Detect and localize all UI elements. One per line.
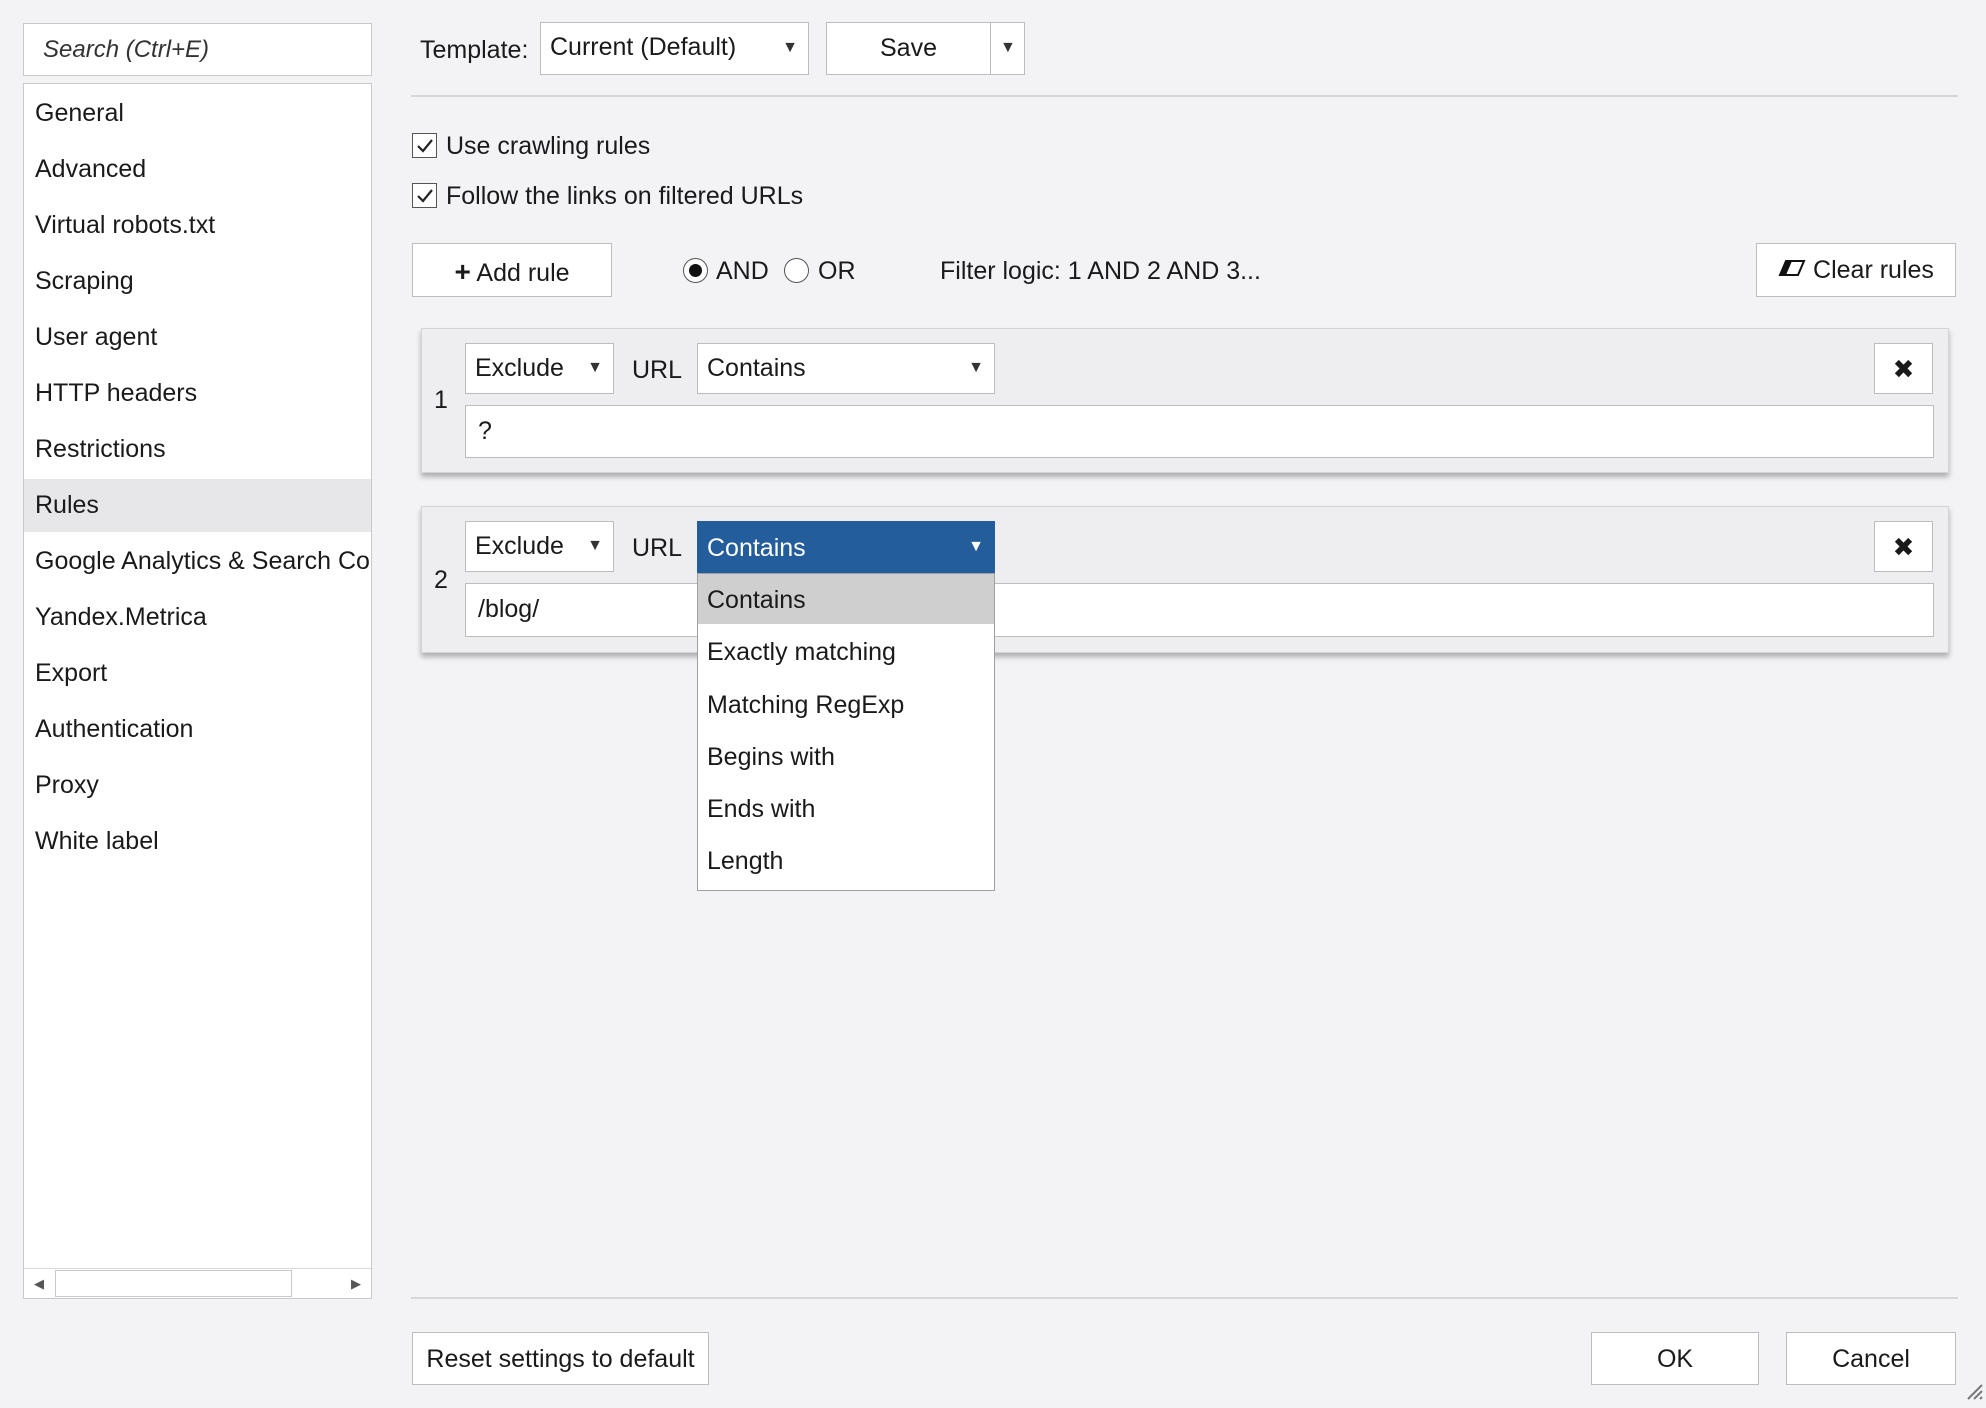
save-options-button[interactable]: ▼ [990,22,1025,75]
add-rule-label: Add rule [476,259,570,287]
cancel-button[interactable]: Cancel [1786,1332,1956,1385]
sidebar-item-general[interactable]: General [24,87,371,140]
remove-rule-button[interactable]: ✖ [1874,343,1933,394]
sidebar-item-white-label[interactable]: White label [24,815,371,868]
chevron-down-icon: ▼ [587,359,603,376]
footer-divider [411,1297,1958,1299]
follow-links-label[interactable]: Follow the links on filtered URLs [446,182,803,211]
scroll-right-icon[interactable]: ▶ [341,1269,371,1298]
chevron-down-icon: ▼ [587,537,603,554]
remove-rule-button[interactable]: ✖ [1874,521,1933,572]
logic-and-radio[interactable] [683,258,708,283]
checkmark-icon [417,139,433,153]
dropdown-option-exactly-matching[interactable]: Exactly matching [698,626,994,676]
dropdown-option-contains[interactable]: Contains [698,574,994,624]
checkmark-icon [417,189,433,203]
rule-field-label: URL [632,356,683,384]
chevron-down-icon: ▼ [782,39,798,56]
template-label: Template: [420,36,529,64]
close-icon: ✖ [1892,354,1915,384]
sidebar-item-rules[interactable]: Rules [24,479,371,532]
resize-grip-icon[interactable] [1962,1379,1984,1406]
sidebar-item-http-headers[interactable]: HTTP headers [24,367,371,420]
sidebar-item-google-analytics[interactable]: Google Analytics & Search Console [24,535,371,588]
sidebar-item-scraping[interactable]: Scraping [24,255,371,308]
rule-field-label: URL [632,534,683,562]
scroll-left-icon[interactable]: ◀ [24,1269,54,1298]
clear-rules-button[interactable]: Clear rules [1756,243,1956,297]
dropdown-option-matching-regexp[interactable]: Matching RegExp [698,679,994,729]
use-crawling-rules-checkbox[interactable] [412,133,437,158]
rule-action-select[interactable]: Exclude ▼ [465,343,614,394]
rule-value-input[interactable]: /blog/ [465,583,1934,637]
reset-settings-button[interactable]: Reset settings to default [412,1332,709,1385]
template-value: Current (Default) [550,33,737,61]
rule-number: 2 [434,566,448,594]
scrollbar-thumb[interactable] [55,1270,292,1297]
rule-condition-select[interactable]: Contains ▼ [697,343,995,394]
dropdown-option-ends-with[interactable]: Ends with [698,783,994,833]
follow-links-checkbox[interactable] [412,183,437,208]
logic-or-radio[interactable] [784,258,809,283]
plus-icon: + [454,256,471,287]
dropdown-option-begins-with[interactable]: Begins with [698,731,994,781]
use-crawling-rules-label[interactable]: Use crawling rules [446,132,650,161]
logic-or-label[interactable]: OR [818,257,856,286]
rule-condition-value: Contains [707,354,806,382]
rule-action-value: Exclude [475,532,564,560]
logic-and-label[interactable]: AND [716,257,769,286]
sidebar-item-user-agent[interactable]: User agent [24,311,371,364]
rule-action-value: Exclude [475,354,564,382]
dropdown-option-length[interactable]: Length [698,835,994,885]
sidebar-item-export[interactable]: Export [24,647,371,700]
toolbar-divider [411,95,1958,97]
condition-dropdown-list: Contains Exactly matching Matching RegEx… [697,573,995,891]
eraser-icon [1778,257,1806,286]
search-input[interactable]: Search (Ctrl+E) [23,23,372,76]
clear-rules-label: Clear rules [1813,256,1934,284]
sidebar-item-authentication[interactable]: Authentication [24,703,371,756]
close-icon: ✖ [1892,532,1915,562]
save-button[interactable]: Save [826,22,991,75]
settings-nav-list: General Advanced Virtual robots.txt Scra… [23,83,372,1299]
sidebar-item-yandex-metrica[interactable]: Yandex.Metrica [24,591,371,644]
sidebar-item-restrictions[interactable]: Restrictions [24,423,371,476]
template-select[interactable]: Current (Default) ▼ [540,22,809,75]
horizontal-scrollbar[interactable]: ◀ ▶ [24,1268,371,1298]
sidebar-item-proxy[interactable]: Proxy [24,759,371,812]
chevron-down-icon: ▼ [968,538,984,555]
chevron-down-icon: ▼ [968,359,984,376]
add-rule-button[interactable]: + Add rule [412,243,612,297]
rule-condition-value: Contains [707,534,806,562]
rule-number: 1 [434,386,448,414]
rule-action-select[interactable]: Exclude ▼ [465,521,614,572]
ok-button[interactable]: OK [1591,1332,1759,1385]
rule-value-input[interactable]: ? [465,405,1934,458]
sidebar-item-virtual-robots[interactable]: Virtual robots.txt [24,199,371,252]
rule-condition-select[interactable]: Contains ▼ [697,521,995,573]
filter-logic-text: Filter logic: 1 AND 2 AND 3... [940,257,1261,285]
chevron-down-icon: ▼ [1000,39,1016,56]
sidebar-item-advanced[interactable]: Advanced [24,143,371,196]
